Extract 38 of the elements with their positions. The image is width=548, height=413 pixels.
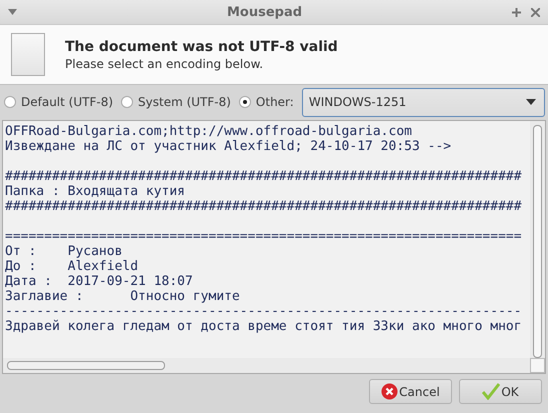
radio-button[interactable] xyxy=(4,96,16,108)
text-line: ------------------------------------------------------------------ xyxy=(5,304,523,319)
cancel-icon xyxy=(381,383,398,400)
text-line: Дата : 2017-09-21 18:07 xyxy=(5,274,194,289)
text-line: ================================================================== xyxy=(5,229,523,244)
text-line: OFFRoad-Bulgaria.com;http://www.offroad-bulgaria.com xyxy=(5,124,413,139)
encoding-radio[interactable]: Default (UTF-8) xyxy=(4,95,114,109)
cancel-button[interactable]: Cancel xyxy=(369,379,452,404)
info-message: Please select an encoding below. xyxy=(65,56,264,70)
scrollbar-thumb[interactable] xyxy=(533,125,542,358)
text-line: От : Русанов xyxy=(5,244,124,259)
text-line: ################################################################## xyxy=(5,169,523,184)
encoding-dropdown[interactable]: WINDOWS-1251 xyxy=(302,88,545,116)
horizontal-scrollbar[interactable] xyxy=(3,358,530,373)
radio-label: System (UTF-8) xyxy=(138,95,231,109)
radio-label: Other: xyxy=(256,95,294,109)
encoding-radio[interactable]: Other: xyxy=(238,95,294,109)
vertical-scrollbar[interactable] xyxy=(530,121,545,358)
encoding-radio[interactable]: System (UTF-8) xyxy=(121,95,231,109)
radio-button[interactable] xyxy=(238,96,251,108)
text-line: ################################################################## xyxy=(5,199,523,214)
text-line: Здравей колега гледам от доста време стоят тия 33ки ако много мног xyxy=(5,319,523,334)
close-icon[interactable] xyxy=(531,8,540,16)
window-title: Mousepad xyxy=(226,4,302,20)
scrollbar-thumb[interactable] xyxy=(7,361,165,370)
radio-button[interactable] xyxy=(121,96,134,108)
checkmark-icon xyxy=(482,383,500,400)
text-line: Папка : Входящата кутия xyxy=(5,184,186,199)
info-heading: The document was not UTF-8 valid xyxy=(65,38,338,54)
radio-label: Default (UTF-8) xyxy=(21,95,114,109)
document-icon xyxy=(11,33,45,76)
text-line: Извеждане на ЛС от участник Alexfield; 24-10-17 20:53 --> xyxy=(5,139,452,154)
maximize-icon[interactable] xyxy=(512,8,521,16)
text-line: Заглавие : Относно гумите xyxy=(5,289,241,304)
menu-caret-icon[interactable] xyxy=(8,9,17,15)
dropdown-caret-icon xyxy=(526,99,536,105)
text-line: До : Alexfield xyxy=(5,259,140,274)
ok-button[interactable]: OK xyxy=(459,379,542,404)
